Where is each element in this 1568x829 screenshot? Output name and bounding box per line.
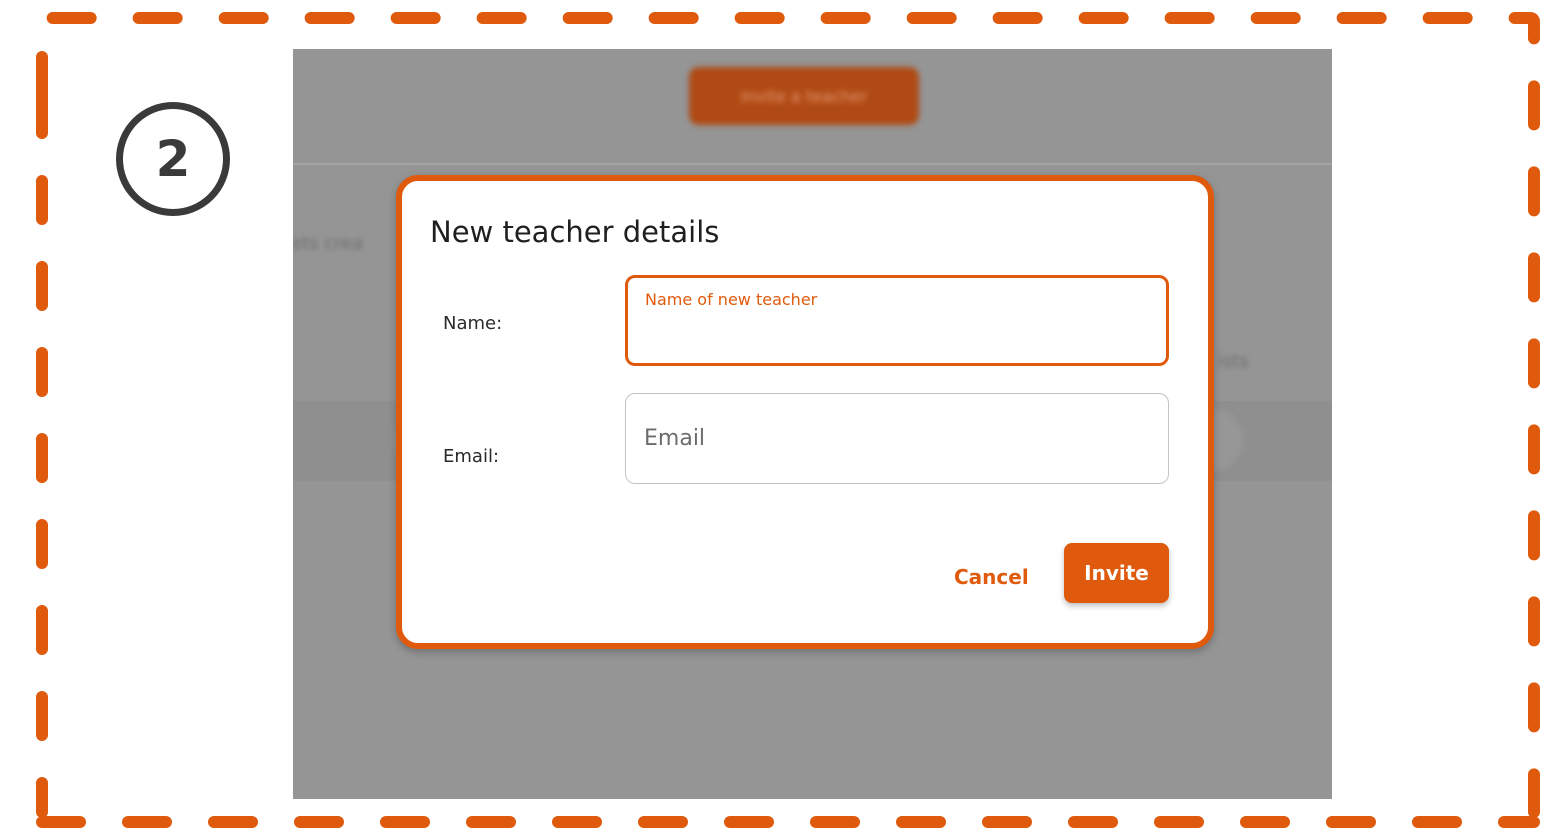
step-number-badge: 2 (116, 102, 230, 216)
background-header: Invite a teacher (293, 49, 1332, 165)
background-blurred-text-right: ists (1218, 351, 1249, 372)
new-teacher-dialog: New teacher details Name: Name of new te… (396, 175, 1214, 649)
background-invite-teacher-button: Invite a teacher (689, 67, 919, 125)
step-number: 2 (155, 130, 191, 188)
cancel-button[interactable]: Cancel (954, 565, 1029, 589)
name-label: Name: (443, 313, 503, 334)
invite-button[interactable]: Invite (1064, 543, 1169, 603)
background-blurred-text: ets crea (293, 233, 364, 254)
name-floating-label: Name of new teacher (645, 290, 818, 309)
dialog-title: New teacher details (430, 215, 720, 249)
email-placeholder: Email (644, 426, 706, 451)
name-input[interactable]: Name of new teacher (625, 275, 1169, 366)
email-input[interactable]: Email (625, 393, 1169, 484)
email-label: Email: (443, 446, 500, 467)
